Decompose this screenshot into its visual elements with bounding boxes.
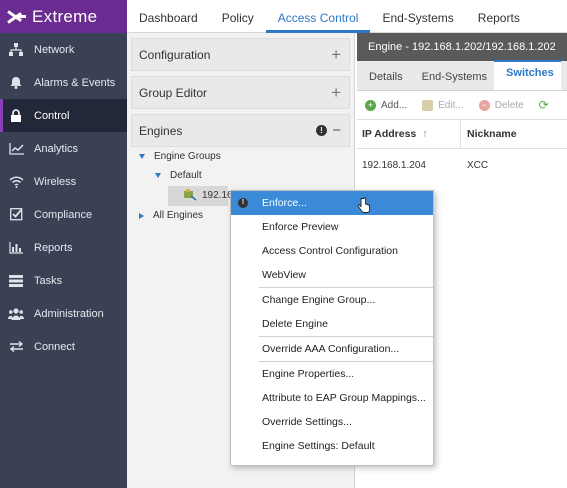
expand-icon[interactable]: + [331,84,341,101]
sidebar-item-analytics[interactable]: Analytics [0,132,127,165]
tree-node-label: Default [170,170,202,181]
menu-item-webview[interactable]: WebView [231,263,433,287]
brand-logo[interactable]: Extreme [0,0,127,33]
tree-node-label: All Engines [153,210,204,221]
tree-node-engine-groups[interactable]: Engine Groups [139,151,221,162]
checkbox-icon [8,208,24,222]
column-header-label: IP Address [362,128,417,140]
switches-grid-header: IP Address ↑ Nickname [357,119,567,149]
menu-item-delete-engine[interactable]: Delete Engine [231,312,433,336]
collapse-icon[interactable]: − [332,123,341,138]
menu-item-enforce-preview[interactable]: Enforce Preview [231,215,433,239]
tab-details[interactable]: Details [357,71,410,90]
menu-item-override-settings[interactable]: Override Settings... [231,410,433,434]
menu-item-label: Enforce... [262,197,307,209]
hand-cursor-icon [357,197,371,215]
edit-button[interactable]: Edit... [422,99,464,111]
tab-access-control[interactable]: Access Control [265,11,371,33]
sidebar-item-reports[interactable]: Reports [0,231,127,264]
sidebar-item-label: Analytics [34,142,79,155]
sidebar-item-label: Connect [34,340,75,353]
tab-policy[interactable]: Policy [210,11,266,32]
engine-icon [184,189,197,201]
sidebar-item-label: Network [34,43,75,56]
users-icon [8,307,24,321]
sidebar-item-connect[interactable]: Connect [0,330,127,363]
line-chart-icon [8,142,24,156]
tree-node-label: Engine Groups [154,151,221,162]
menu-item-enforce[interactable]: ! Enforce... [231,191,433,215]
warning-icon: ! [316,125,327,136]
cell-nickname: XCC [467,159,489,171]
tree-node-default[interactable]: Default [155,170,202,181]
delete-button[interactable]: − Delete [478,99,524,111]
edit-button-label: Edit... [438,99,464,111]
menu-item-access-control-configuration[interactable]: Access Control Configuration [231,239,433,263]
engine-context-menu: ! Enforce... Enforce Preview Access Cont… [230,190,434,466]
delete-button-label: Delete [494,99,524,111]
sidebar-item-compliance[interactable]: Compliance [0,198,127,231]
sidebar-item-wireless[interactable]: Wireless [0,165,127,198]
sidebar-item-label: Reports [34,241,73,254]
sidebar-item-network[interactable]: Network [0,33,127,66]
sidebar-item-alarms-events[interactable]: Alarms & Events [0,66,127,99]
configuration-title: Configuration [139,47,211,62]
bar-chart-icon [8,241,24,255]
bell-icon [8,76,24,90]
sidebar-item-tasks[interactable]: Tasks [0,264,127,297]
expand-icon[interactable]: + [331,46,341,63]
menu-item-engine-settings[interactable]: Engine Settings: Default [231,434,433,458]
warning-icon: ! [238,198,248,208]
expanded-arrow-icon[interactable] [155,173,161,178]
sidebar-item-label: Administration [34,307,104,320]
tasks-icon [8,274,24,288]
group-editor-title: Group Editor [139,85,208,100]
group-editor-panel-header[interactable]: Group Editor + [131,76,350,109]
brand-name: Extreme [32,6,98,26]
sidebar-item-administration[interactable]: Administration [0,297,127,330]
lock-icon [8,109,24,123]
menu-item-engine-properties[interactable]: Engine Properties... [231,362,433,386]
sidebar-item-label: Compliance [34,208,93,221]
refresh-icon[interactable]: ⟳ [539,98,549,112]
engines-panel-header[interactable]: Engines ! − [131,114,350,147]
engine-panel-title: Engine - 192.168.1.202/192.168.1.202 [357,33,567,61]
edit-icon [422,99,434,111]
extreme-logo-icon [7,9,26,25]
cell-ip-address: 192.168.1.204 [362,159,426,171]
switches-toolbar: + Add... Edit... − Delete ⟳ [357,91,567,119]
tree-node-all-engines[interactable]: All Engines [139,210,203,221]
menu-item-change-engine-group[interactable]: Change Engine Group... [231,288,433,312]
top-nav: Dashboard Policy Access Control End-Syst… [127,0,567,33]
add-button-label: Add... [381,99,408,111]
tab-end-systems[interactable]: End-Systems [370,11,465,32]
collapsed-arrow-icon[interactable] [139,212,144,219]
add-icon: + [365,99,376,111]
column-header-ip-address[interactable]: IP Address ↑ [357,119,461,149]
network-icon [8,43,24,57]
expanded-arrow-icon[interactable] [139,154,145,159]
delete-icon: − [478,99,490,111]
sort-ascending-icon: ↑ [422,128,428,140]
add-button[interactable]: + Add... [365,99,408,111]
engines-title: Engines [139,123,183,138]
table-row[interactable]: 192.168.1.204 XCC [357,153,567,177]
column-header-nickname[interactable]: Nickname [461,128,517,140]
engine-tabs: Details End-Systems Switches [357,60,567,91]
arrows-icon [8,340,24,354]
sidebar-item-control[interactable]: Control [0,99,127,132]
sidebar-item-label: Alarms & Events [34,76,116,89]
wifi-icon [8,175,24,189]
sidebar-item-label: Wireless [34,175,77,188]
tab-reports[interactable]: Reports [466,11,532,32]
menu-item-attribute-to-eap-group-mappings[interactable]: Attribute to EAP Group Mappings... [231,386,433,410]
sidebar-item-label: Tasks [34,274,63,287]
tab-switches[interactable]: Switches [494,60,561,90]
left-sidebar: Extreme Network Alarms & Events Control … [0,0,127,488]
tab-end-systems[interactable]: End-Systems [410,71,494,90]
tab-dashboard[interactable]: Dashboard [127,11,210,32]
menu-item-override-aaa-configuration[interactable]: Override AAA Configuration... [231,337,433,361]
configuration-panel-header[interactable]: Configuration + [131,38,350,71]
sidebar-item-label: Control [34,109,70,122]
